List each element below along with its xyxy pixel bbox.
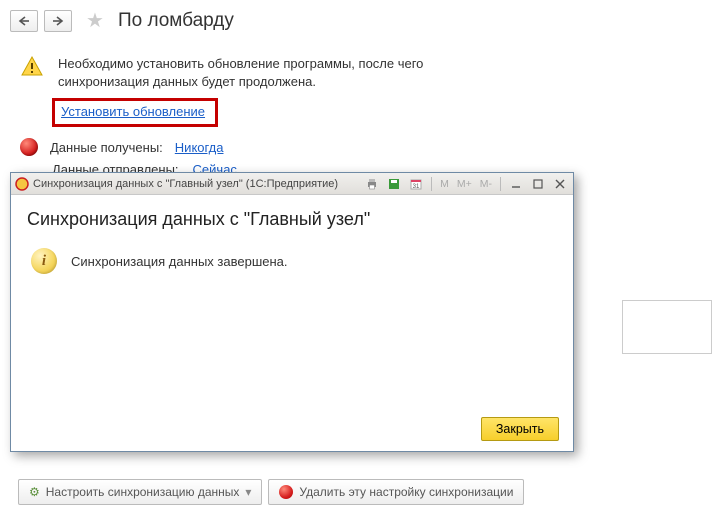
modal-message: Синхронизация данных завершена. <box>71 254 288 269</box>
chevron-down-icon: ▾ <box>245 485 251 499</box>
calendar-icon[interactable]: 31 <box>407 176 425 192</box>
sync-modal: Синхронизация данных с "Главный узел" (1… <box>10 172 574 452</box>
modal-footer: Закрыть <box>11 407 573 451</box>
app-1c-icon <box>15 177 29 191</box>
install-update-highlight: Установить обновление <box>52 98 218 127</box>
m-button[interactable]: M <box>438 178 451 190</box>
install-update-link[interactable]: Установить обновление <box>61 104 205 119</box>
favorite-star-icon[interactable]: ★ <box>86 8 104 33</box>
modal-heading: Синхронизация данных с "Главный узел" <box>27 209 557 230</box>
page-title: По ломбарду <box>118 10 234 32</box>
forward-button[interactable] <box>44 10 72 32</box>
delete-sync-label: Удалить эту настройку синхронизации <box>299 485 513 499</box>
delete-icon <box>279 485 293 499</box>
close-icon[interactable] <box>551 176 569 192</box>
svg-text:31: 31 <box>413 184 420 190</box>
delete-sync-button[interactable]: Удалить эту настройку синхронизации <box>268 479 524 505</box>
modal-body: Синхронизация данных с "Главный узел" i … <box>11 195 573 407</box>
warning-icon <box>20 55 44 79</box>
save-icon[interactable] <box>385 176 403 192</box>
configure-sync-button[interactable]: ⚙ Настроить синхронизацию данных ▾ <box>18 479 262 505</box>
close-button[interactable]: Закрыть <box>481 417 559 441</box>
bottom-toolbar: ⚙ Настроить синхронизацию данных ▾ Удали… <box>18 479 524 505</box>
m-plus-button[interactable]: M+ <box>455 178 474 190</box>
status-error-icon <box>20 138 38 156</box>
modal-window-title: Синхронизация данных с "Главный узел" (1… <box>33 178 338 190</box>
data-received-value[interactable]: Никогда <box>175 140 224 155</box>
configure-sync-label: Настроить синхронизацию данных <box>46 485 240 499</box>
data-received-label: Данные получены: <box>50 140 163 155</box>
modal-titlebar[interactable]: Синхронизация данных с "Главный узел" (1… <box>11 173 573 195</box>
print-icon[interactable] <box>363 176 381 192</box>
main-content: Необходимо установить обновление програм… <box>0 41 726 177</box>
info-icon: i <box>31 248 57 274</box>
top-toolbar: ★ По ломбарду <box>0 0 726 41</box>
maximize-icon[interactable] <box>529 176 547 192</box>
minimize-icon[interactable] <box>507 176 525 192</box>
warning-text: Необходимо установить обновление програм… <box>58 55 438 91</box>
back-button[interactable] <box>10 10 38 32</box>
m-minus-button[interactable]: M- <box>478 178 494 190</box>
side-panel <box>622 300 712 354</box>
gear-icon: ⚙ <box>29 485 40 499</box>
